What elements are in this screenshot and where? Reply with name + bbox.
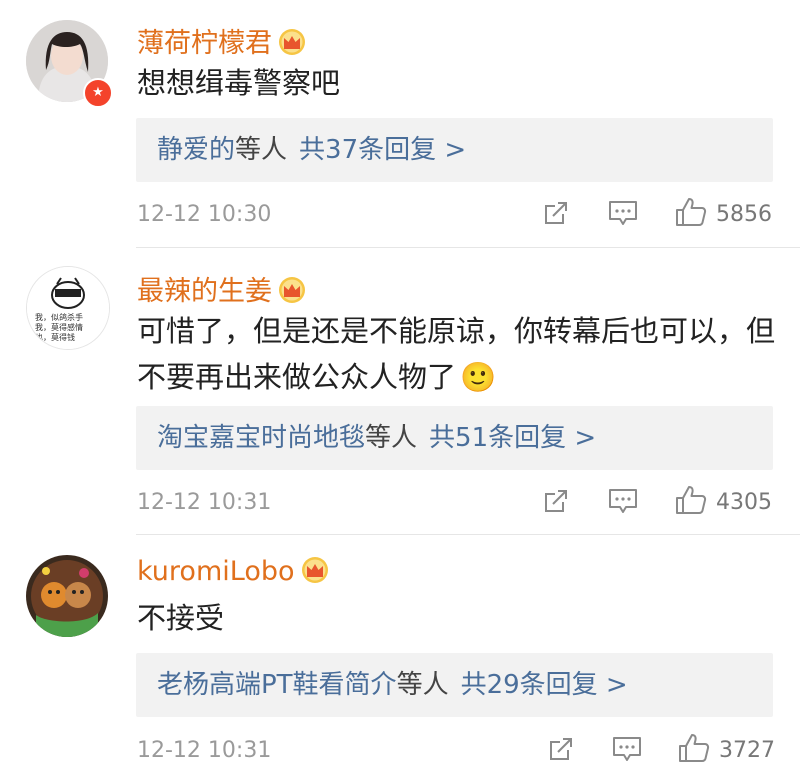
avatar[interactable] bbox=[26, 555, 108, 637]
username[interactable]: 最辣的生姜 bbox=[137, 269, 306, 308]
timestamp: 12-12 10:30 bbox=[137, 202, 272, 227]
comment-text: 可惜了，但是还是不能原谅，你转幕后也可以，但不要再出来做公众人物了 🙂 bbox=[137, 308, 785, 400]
avatar[interactable]: 我，似鸽杀手 我，莫得感情 也，莫得钱 bbox=[26, 266, 110, 350]
reply-names[interactable]: 淘宝嘉宝时尚地毯 bbox=[157, 423, 365, 453]
username-text[interactable]: kuromiLobo bbox=[137, 556, 295, 587]
comment-text: 想想缉毒警察吧 bbox=[137, 66, 341, 100]
comment-icon[interactable] bbox=[607, 486, 639, 516]
like-icon[interactable] bbox=[674, 196, 708, 228]
avatar-caption-line: 也，莫得钱 bbox=[35, 333, 75, 342]
timestamp: 12-12 10:31 bbox=[137, 738, 272, 763]
reply-count-link[interactable]: 共29条回复 > bbox=[461, 670, 628, 700]
reply-suffix: 等人 bbox=[235, 135, 288, 165]
username-text[interactable]: 最辣的生姜 bbox=[137, 276, 272, 307]
reply-names[interactable]: 静爱的 bbox=[157, 135, 235, 165]
like-count: 3727 bbox=[719, 738, 775, 763]
username[interactable]: 薄荷柠檬君 bbox=[137, 21, 306, 60]
comment-icon[interactable] bbox=[607, 198, 639, 228]
crown-icon bbox=[278, 276, 306, 304]
comment-text: 不接受 bbox=[137, 601, 225, 635]
avatar-caption-line: 我，似鸽杀手 bbox=[35, 313, 83, 322]
reply-summary[interactable]: 静爱的等人 共37条回复 > bbox=[136, 118, 773, 182]
username-text[interactable]: 薄荷柠檬君 bbox=[137, 28, 272, 59]
reply-count-link[interactable]: 共51条回复 > bbox=[429, 423, 596, 453]
comment-item: 我，似鸽杀手 我，莫得感情 也，莫得钱 最辣的生姜 可惜了，但是还是不能原谅，你… bbox=[0, 248, 800, 535]
reply-summary[interactable]: 老杨高端PT鞋看简介等人 共29条回复 > bbox=[136, 653, 773, 717]
like-icon[interactable] bbox=[677, 732, 711, 764]
username[interactable]: kuromiLobo bbox=[137, 556, 329, 587]
timestamp: 12-12 10:31 bbox=[137, 490, 272, 515]
comment-item: kuromiLobo 不接受 老杨高端PT鞋看简介等人 共29条回复 > 12-1… bbox=[0, 535, 800, 778]
smile-emoji-icon: 🙂 bbox=[460, 360, 497, 394]
like-icon[interactable] bbox=[674, 484, 708, 516]
comment-item: ★ 薄荷柠檬君 想想缉毒警察吧 静爱的等人 共37条回复 > 12-12 10:3… bbox=[0, 0, 800, 248]
comment-icon[interactable] bbox=[611, 734, 643, 764]
avatar-caption: 我，似鸽杀手 我，莫得感情 也，莫得钱 bbox=[35, 313, 83, 343]
comment-meta: 12-12 10:31 3727 bbox=[0, 734, 800, 774]
comment-meta: 12-12 10:31 4305 bbox=[0, 486, 800, 526]
crown-icon bbox=[278, 28, 306, 56]
repost-icon[interactable] bbox=[541, 198, 571, 228]
verified-badge-icon: ★ bbox=[83, 78, 113, 108]
reply-suffix: 等人 bbox=[396, 670, 449, 700]
avatar-caption-line: 我，莫得感情 bbox=[35, 323, 83, 332]
reply-count-link[interactable]: 共37条回复 > bbox=[299, 135, 466, 165]
reply-suffix: 等人 bbox=[365, 423, 418, 453]
reply-summary[interactable]: 淘宝嘉宝时尚地毯等人 共51条回复 > bbox=[136, 406, 773, 470]
comment-meta: 12-12 10:30 5856 bbox=[0, 198, 800, 238]
reply-names[interactable]: 老杨高端PT鞋看简介 bbox=[157, 670, 397, 700]
like-count: 4305 bbox=[716, 490, 772, 515]
repost-icon[interactable] bbox=[546, 734, 576, 764]
repost-icon[interactable] bbox=[541, 486, 571, 516]
comment-text-body: 可惜了，但是还是不能原谅，你转幕后也可以，但不要再出来做公众人物了 bbox=[137, 314, 776, 394]
like-count: 5856 bbox=[716, 202, 772, 227]
crown-icon bbox=[301, 556, 329, 584]
